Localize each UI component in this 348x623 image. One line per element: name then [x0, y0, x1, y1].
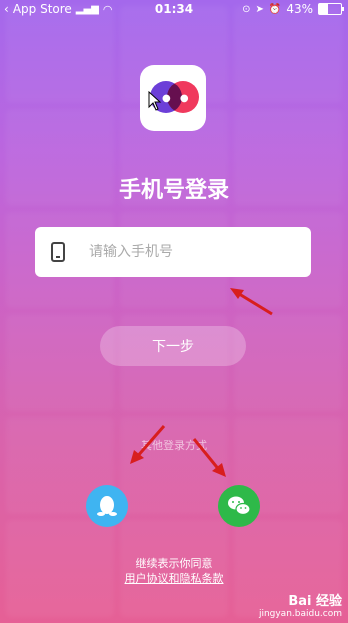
battery-icon: [318, 3, 344, 15]
phone-icon: [51, 242, 65, 262]
next-button[interactable]: 下一步: [100, 326, 246, 366]
annotation-arrow-qq: [130, 425, 166, 464]
cursor-icon: [148, 91, 162, 111]
qq-icon: [97, 496, 117, 516]
phone-field-container[interactable]: [35, 227, 311, 277]
agree-text: 继续表示你同意: [135, 557, 213, 570]
baidu-watermark: Bai 经验 jingyan.baidu.com: [259, 590, 342, 619]
terms-link[interactable]: 用户协议和隐私条款: [0, 570, 348, 586]
watermark-brand: Bai 经验: [288, 594, 342, 609]
watermark-url: jingyan.baidu.com: [258, 609, 342, 619]
app-logo: ● ●: [140, 65, 206, 131]
page-title: 手机号登录: [118, 178, 229, 203]
phone-input[interactable]: [87, 243, 291, 261]
status-bar: ‹ App Store ▂▄▆ ◠ 01:34 ⊙ ➤ ⏰ 43%: [0, 0, 348, 18]
qq-login-button[interactable]: [86, 485, 128, 527]
annotation-arrow-input: [230, 288, 273, 316]
alarm-icon: ⏰: [268, 3, 282, 15]
battery-fill: [319, 4, 329, 14]
logo-eyes: ● ●: [162, 93, 192, 104]
lock-rotation-icon: ⊙: [242, 3, 251, 15]
wechat-icon: [228, 496, 251, 516]
annotation-arrow-wechat: [192, 438, 226, 477]
location-icon: ➤: [255, 3, 264, 15]
other-login-label: 其他登录方式: [141, 439, 207, 452]
battery-percent: 43%: [286, 2, 313, 16]
wechat-login-button[interactable]: [218, 485, 260, 527]
